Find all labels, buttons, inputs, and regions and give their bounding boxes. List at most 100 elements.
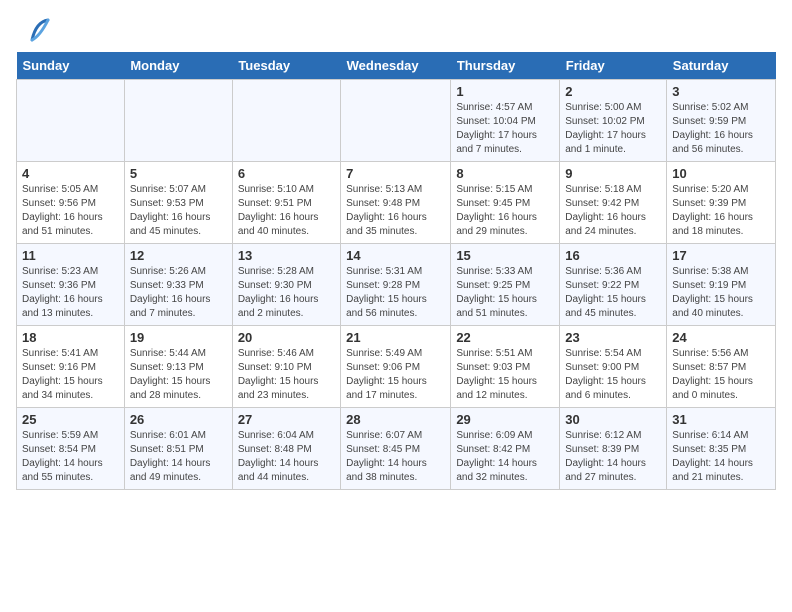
day-info: Sunrise: 5:20 AM Sunset: 9:39 PM Dayligh… — [672, 183, 770, 239]
calendar-week-row: 4 Sunrise: 5:05 AM Sunset: 9:56 PM Daylig… — [17, 162, 776, 244]
calendar-cell: 31 Sunrise: 6:14 AM Sunset: 8:35 PM Dayli… — [667, 408, 776, 490]
calendar-cell: 3 Sunrise: 5:02 AM Sunset: 9:59 PM Daylig… — [667, 80, 776, 162]
day-number: 7 — [346, 166, 445, 181]
calendar-cell: 1 Sunrise: 4:57 AM Sunset: 10:04 PM Dayli… — [451, 80, 560, 162]
day-number: 1 — [456, 84, 554, 99]
day-number: 3 — [672, 84, 770, 99]
day-info: Sunrise: 6:09 AM Sunset: 8:42 PM Dayligh… — [456, 429, 554, 485]
day-number: 16 — [565, 248, 661, 263]
calendar-cell: 12Sunrise: 5:26 AM Sunset: 9:33 PM Dayli… — [124, 244, 232, 326]
day-number: 5 — [130, 166, 227, 181]
day-info: Sunrise: 5:59 AM Sunset: 8:54 PM Dayligh… — [22, 429, 119, 485]
day-number: 13 — [238, 248, 335, 263]
day-number: 22 — [456, 330, 554, 345]
day-number: 23 — [565, 330, 661, 345]
day-info: Sunrise: 5:02 AM Sunset: 9:59 PM Dayligh… — [672, 101, 770, 157]
day-info: Sunrise: 5:56 AM Sunset: 8:57 PM Dayligh… — [672, 347, 770, 403]
calendar-cell: 8Sunrise: 5:15 AM Sunset: 9:45 PM Daylig… — [451, 162, 560, 244]
day-info: Sunrise: 5:54 AM Sunset: 9:00 PM Dayligh… — [565, 347, 661, 403]
calendar-cell: 9 Sunrise: 5:18 AM Sunset: 9:42 PM Daylig… — [560, 162, 667, 244]
calendar-cell: 15 Sunrise: 5:33 AM Sunset: 9:25 PM Dayli… — [451, 244, 560, 326]
day-info: Sunrise: 5:10 AM Sunset: 9:51 PM Dayligh… — [238, 183, 335, 239]
calendar-cell — [17, 80, 125, 162]
day-number: 14 — [346, 248, 445, 263]
calendar-week-row: 18 Sunrise: 5:41 AM Sunset: 9:16 PM Dayli… — [17, 326, 776, 408]
day-info: Sunrise: 6:04 AM Sunset: 8:48 PM Dayligh… — [238, 429, 335, 485]
calendar-cell: 29 Sunrise: 6:09 AM Sunset: 8:42 PM Dayli… — [451, 408, 560, 490]
weekday-header-thursday: Thursday — [451, 52, 560, 80]
day-number: 25 — [22, 412, 119, 427]
day-info: Sunrise: 5:13 AM Sunset: 9:48 PM Dayligh… — [346, 183, 445, 239]
calendar-cell: 13Sunrise: 5:28 AM Sunset: 9:30 PM Dayli… — [232, 244, 340, 326]
calendar-cell: 5 Sunrise: 5:07 AM Sunset: 9:53 PM Daylig… — [124, 162, 232, 244]
calendar-cell — [232, 80, 340, 162]
calendar-cell: 20Sunrise: 5:46 AM Sunset: 9:10 PM Dayli… — [232, 326, 340, 408]
calendar-cell: 17 Sunrise: 5:38 AM Sunset: 9:19 PM Dayli… — [667, 244, 776, 326]
calendar-week-row: 25 Sunrise: 5:59 AM Sunset: 8:54 PM Dayli… — [17, 408, 776, 490]
calendar-cell: 18 Sunrise: 5:41 AM Sunset: 9:16 PM Dayli… — [17, 326, 125, 408]
day-info: Sunrise: 5:18 AM Sunset: 9:42 PM Dayligh… — [565, 183, 661, 239]
day-info: Sunrise: 5:07 AM Sunset: 9:53 PM Dayligh… — [130, 183, 227, 239]
day-number: 28 — [346, 412, 445, 427]
weekday-header-sunday: Sunday — [17, 52, 125, 80]
day-number: 31 — [672, 412, 770, 427]
day-info: Sunrise: 5:41 AM Sunset: 9:16 PM Dayligh… — [22, 347, 119, 403]
calendar-cell: 25 Sunrise: 5:59 AM Sunset: 8:54 PM Dayli… — [17, 408, 125, 490]
day-number: 4 — [22, 166, 119, 181]
day-info: Sunrise: 6:07 AM Sunset: 8:45 PM Dayligh… — [346, 429, 445, 485]
day-number: 29 — [456, 412, 554, 427]
day-info: Sunrise: 5:31 AM Sunset: 9:28 PM Dayligh… — [346, 265, 445, 321]
calendar-cell: 10Sunrise: 5:20 AM Sunset: 9:39 PM Dayli… — [667, 162, 776, 244]
day-info: Sunrise: 6:14 AM Sunset: 8:35 PM Dayligh… — [672, 429, 770, 485]
calendar-cell — [341, 80, 451, 162]
day-info: Sunrise: 5:49 AM Sunset: 9:06 PM Dayligh… — [346, 347, 445, 403]
calendar-cell: 7 Sunrise: 5:13 AM Sunset: 9:48 PM Daylig… — [341, 162, 451, 244]
calendar-cell: 23 Sunrise: 5:54 AM Sunset: 9:00 PM Dayli… — [560, 326, 667, 408]
day-number: 15 — [456, 248, 554, 263]
calendar-cell: 4 Sunrise: 5:05 AM Sunset: 9:56 PM Daylig… — [17, 162, 125, 244]
calendar-week-row: 11 Sunrise: 5:23 AM Sunset: 9:36 PM Dayli… — [17, 244, 776, 326]
day-info: Sunrise: 5:38 AM Sunset: 9:19 PM Dayligh… — [672, 265, 770, 321]
calendar-cell: 24 Sunrise: 5:56 AM Sunset: 8:57 PM Dayli… — [667, 326, 776, 408]
calendar-cell: 2 Sunrise: 5:00 AM Sunset: 10:02 PM Dayli… — [560, 80, 667, 162]
day-number: 30 — [565, 412, 661, 427]
day-number: 21 — [346, 330, 445, 345]
day-info: Sunrise: 6:12 AM Sunset: 8:39 PM Dayligh… — [565, 429, 661, 485]
calendar-cell: 30 Sunrise: 6:12 AM Sunset: 8:39 PM Dayli… — [560, 408, 667, 490]
weekday-header-tuesday: Tuesday — [232, 52, 340, 80]
day-number: 19 — [130, 330, 227, 345]
calendar-cell: 21 Sunrise: 5:49 AM Sunset: 9:06 PM Dayli… — [341, 326, 451, 408]
calendar-cell: 27 Sunrise: 6:04 AM Sunset: 8:48 PM Dayli… — [232, 408, 340, 490]
calendar-cell: 26Sunrise: 6:01 AM Sunset: 8:51 PM Dayli… — [124, 408, 232, 490]
day-number: 9 — [565, 166, 661, 181]
logo-icon — [22, 16, 50, 44]
calendar-cell: 11 Sunrise: 5:23 AM Sunset: 9:36 PM Dayli… — [17, 244, 125, 326]
day-info: Sunrise: 5:33 AM Sunset: 9:25 PM Dayligh… — [456, 265, 554, 321]
day-number: 2 — [565, 84, 661, 99]
calendar-cell: 14 Sunrise: 5:31 AM Sunset: 9:28 PM Dayli… — [341, 244, 451, 326]
day-number: 27 — [238, 412, 335, 427]
day-info: Sunrise: 5:44 AM Sunset: 9:13 PM Dayligh… — [130, 347, 227, 403]
day-number: 18 — [22, 330, 119, 345]
day-number: 17 — [672, 248, 770, 263]
calendar-cell — [124, 80, 232, 162]
weekday-header-row: SundayMondayTuesdayWednesdayThursdayFrid… — [17, 52, 776, 80]
weekday-header-wednesday: Wednesday — [341, 52, 451, 80]
calendar-cell: 6Sunrise: 5:10 AM Sunset: 9:51 PM Daylig… — [232, 162, 340, 244]
day-number: 24 — [672, 330, 770, 345]
day-info: Sunrise: 4:57 AM Sunset: 10:04 PM Daylig… — [456, 101, 554, 157]
day-number: 11 — [22, 248, 119, 263]
calendar-cell: 19 Sunrise: 5:44 AM Sunset: 9:13 PM Dayli… — [124, 326, 232, 408]
day-number: 20 — [238, 330, 335, 345]
weekday-header-friday: Friday — [560, 52, 667, 80]
weekday-header-monday: Monday — [124, 52, 232, 80]
calendar-table: SundayMondayTuesdayWednesdayThursdayFrid… — [16, 52, 776, 490]
calendar-cell: 28 Sunrise: 6:07 AM Sunset: 8:45 PM Dayli… — [341, 408, 451, 490]
calendar-cell: 16Sunrise: 5:36 AM Sunset: 9:22 PM Dayli… — [560, 244, 667, 326]
day-info: Sunrise: 5:23 AM Sunset: 9:36 PM Dayligh… — [22, 265, 119, 321]
calendar-cell: 22Sunrise: 5:51 AM Sunset: 9:03 PM Dayli… — [451, 326, 560, 408]
day-number: 26 — [130, 412, 227, 427]
day-number: 12 — [130, 248, 227, 263]
day-info: Sunrise: 5:00 AM Sunset: 10:02 PM Daylig… — [565, 101, 661, 157]
day-info: Sunrise: 5:05 AM Sunset: 9:56 PM Dayligh… — [22, 183, 119, 239]
